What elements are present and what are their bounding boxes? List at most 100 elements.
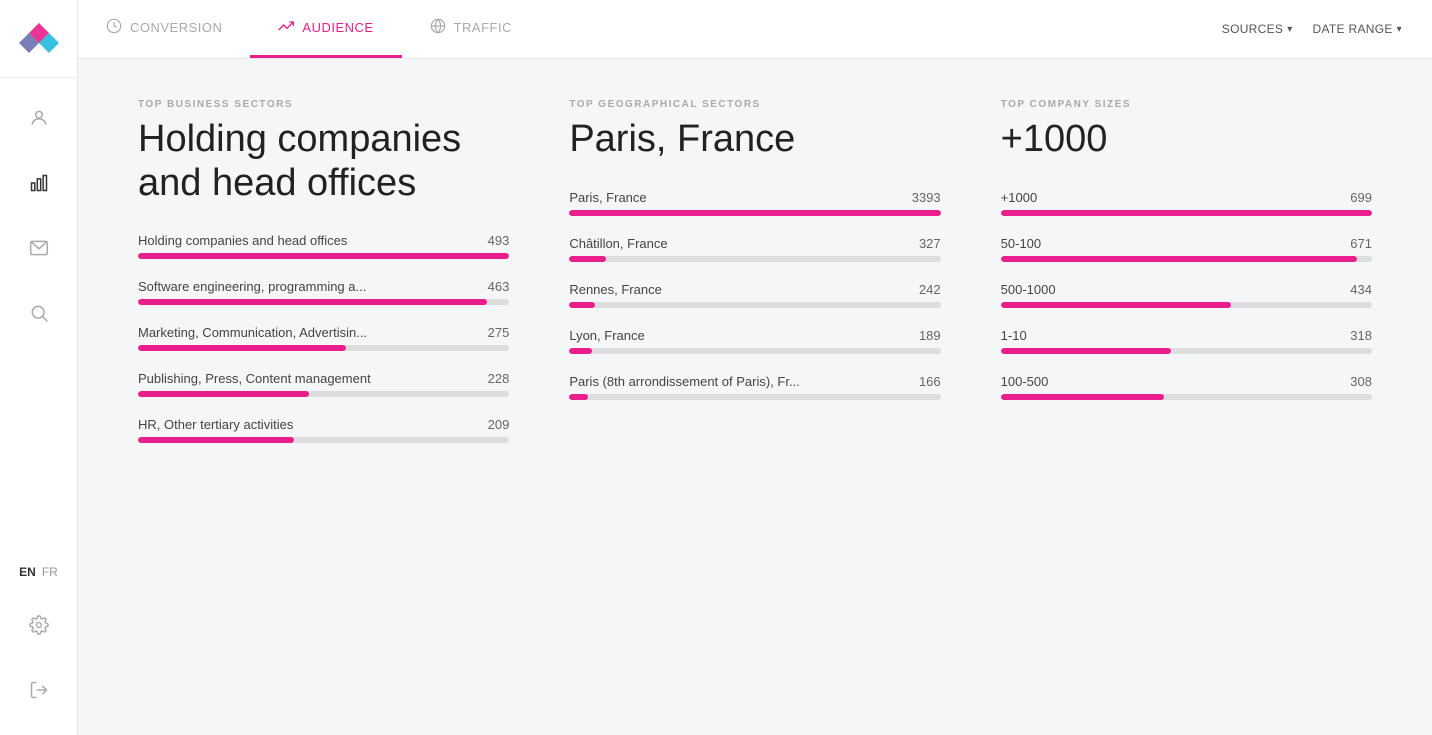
sidebar-item-analytics[interactable] — [0, 153, 78, 218]
nav-tabs: CONVERSION AUDIENCE TRAFFIC — [78, 0, 540, 58]
traffic-tab-icon — [430, 18, 446, 37]
geo-track-0 — [569, 210, 940, 216]
business-track-0 — [138, 253, 509, 259]
company-sizes-hero: +1000 — [1001, 118, 1372, 162]
business-value-2: 275 — [488, 325, 510, 340]
geo-label-1: Châtillon, France — [569, 236, 667, 251]
geo-row-1: Châtillon, France 327 — [569, 236, 940, 262]
geographical-sectors-label: TOP GEOGRAPHICAL SECTORS — [569, 99, 940, 110]
business-fill-1 — [138, 299, 487, 305]
geographical-sectors-hero: Paris, France — [569, 118, 940, 162]
sidebar: EN FR — [0, 0, 78, 735]
size-row-3: 1-10 318 — [1001, 328, 1372, 354]
nav-right: SOURCES ▾ DATE RANGE ▾ — [1222, 22, 1432, 36]
geo-value-4: 166 — [919, 374, 941, 389]
business-label-3: Publishing, Press, Content management — [138, 371, 371, 386]
tab-audience-label: AUDIENCE — [302, 20, 373, 35]
size-value-3: 318 — [1350, 328, 1372, 343]
business-value-0: 493 — [488, 233, 510, 248]
geo-label-3: Lyon, France — [569, 328, 644, 343]
geo-label-0: Paris, France — [569, 190, 646, 205]
business-fill-0 — [138, 253, 509, 259]
tab-audience[interactable]: AUDIENCE — [250, 0, 401, 58]
size-label-3: 1-10 — [1001, 328, 1027, 343]
geo-value-1: 327 — [919, 236, 941, 251]
business-row-2: Marketing, Communication, Advertisin... … — [138, 325, 509, 351]
size-label-0: +1000 — [1001, 190, 1038, 205]
date-range-button[interactable]: DATE RANGE ▾ — [1313, 22, 1402, 36]
size-label-4: 100-500 — [1001, 374, 1049, 389]
contacts-icon — [29, 108, 49, 134]
business-row-1: Software engineering, programming a... 4… — [138, 279, 509, 305]
logo[interactable] — [0, 0, 78, 78]
business-label-4: HR, Other tertiary activities — [138, 417, 293, 432]
geo-fill-4 — [569, 394, 588, 400]
geo-label-2: Rennes, France — [569, 282, 662, 297]
lang-en[interactable]: EN — [19, 565, 36, 579]
business-row-3: Publishing, Press, Content management 22… — [138, 371, 509, 397]
audience-tab-icon — [278, 18, 294, 37]
mail-icon — [29, 238, 49, 264]
size-fill-2 — [1001, 302, 1231, 308]
business-label-0: Holding companies and head offices — [138, 233, 347, 248]
size-fill-3 — [1001, 348, 1172, 354]
conversion-tab-icon — [106, 18, 122, 37]
geo-track-2 — [569, 302, 940, 308]
sources-chevron-icon: ▾ — [1287, 24, 1292, 35]
tab-traffic[interactable]: TRAFFIC — [402, 0, 540, 58]
geo-row-4: Paris (8th arrondissement of Paris), Fr.… — [569, 374, 940, 400]
sidebar-bottom: EN FR — [0, 549, 78, 735]
size-track-3 — [1001, 348, 1372, 354]
business-label-2: Marketing, Communication, Advertisin... — [138, 325, 367, 340]
business-value-4: 209 — [488, 417, 510, 432]
top-nav: CONVERSION AUDIENCE TRAFFIC SOURCES ▾ — [78, 0, 1432, 59]
business-value-1: 463 — [488, 279, 510, 294]
geo-fill-2 — [569, 302, 595, 308]
sidebar-item-logout[interactable] — [0, 660, 78, 725]
size-fill-0 — [1001, 210, 1372, 216]
company-sizes-label: TOP COMPANY SIZES — [1001, 99, 1372, 110]
geo-fill-1 — [569, 256, 606, 262]
business-sectors-section: TOP BUSINESS SECTORS Holding companies a… — [138, 99, 509, 695]
search-icon — [29, 303, 49, 329]
sources-button[interactable]: SOURCES ▾ — [1222, 22, 1293, 36]
size-row-2: 500-1000 434 — [1001, 282, 1372, 308]
geo-label-4: Paris (8th arrondissement of Paris), Fr.… — [569, 374, 799, 389]
geographical-sectors-section: TOP GEOGRAPHICAL SECTORS Paris, France P… — [569, 99, 940, 695]
sidebar-item-contacts[interactable] — [0, 88, 78, 153]
size-value-2: 434 — [1350, 282, 1372, 297]
geo-track-4 — [569, 394, 940, 400]
business-sectors-label: TOP BUSINESS SECTORS — [138, 99, 509, 110]
size-row-4: 100-500 308 — [1001, 374, 1372, 400]
lang-switch: EN FR — [19, 549, 58, 595]
size-track-2 — [1001, 302, 1372, 308]
sidebar-item-settings[interactable] — [0, 595, 78, 660]
size-label-1: 50-100 — [1001, 236, 1041, 251]
geo-track-1 — [569, 256, 940, 262]
size-value-0: 699 — [1350, 190, 1372, 205]
size-fill-4 — [1001, 394, 1164, 400]
size-row-0: +1000 699 — [1001, 190, 1372, 216]
tab-conversion-label: CONVERSION — [130, 20, 222, 35]
size-value-1: 671 — [1350, 236, 1372, 251]
date-range-chevron-icon: ▾ — [1397, 24, 1402, 35]
size-track-0 — [1001, 210, 1372, 216]
geo-track-3 — [569, 348, 940, 354]
geo-value-0: 3393 — [912, 190, 941, 205]
size-row-1: 50-100 671 — [1001, 236, 1372, 262]
sidebar-item-search[interactable] — [0, 283, 78, 348]
geo-value-2: 242 — [919, 282, 941, 297]
lang-fr[interactable]: FR — [42, 565, 58, 579]
tab-conversion[interactable]: CONVERSION — [78, 0, 250, 58]
settings-icon — [29, 615, 49, 641]
geo-row-2: Rennes, France 242 — [569, 282, 940, 308]
sidebar-item-mail[interactable] — [0, 218, 78, 283]
business-track-2 — [138, 345, 509, 351]
business-track-1 — [138, 299, 509, 305]
business-value-3: 228 — [488, 371, 510, 386]
business-row-4: HR, Other tertiary activities 209 — [138, 417, 509, 443]
analytics-icon — [29, 173, 49, 199]
size-fill-1 — [1001, 256, 1357, 262]
business-fill-2 — [138, 345, 346, 351]
geo-value-3: 189 — [919, 328, 941, 343]
